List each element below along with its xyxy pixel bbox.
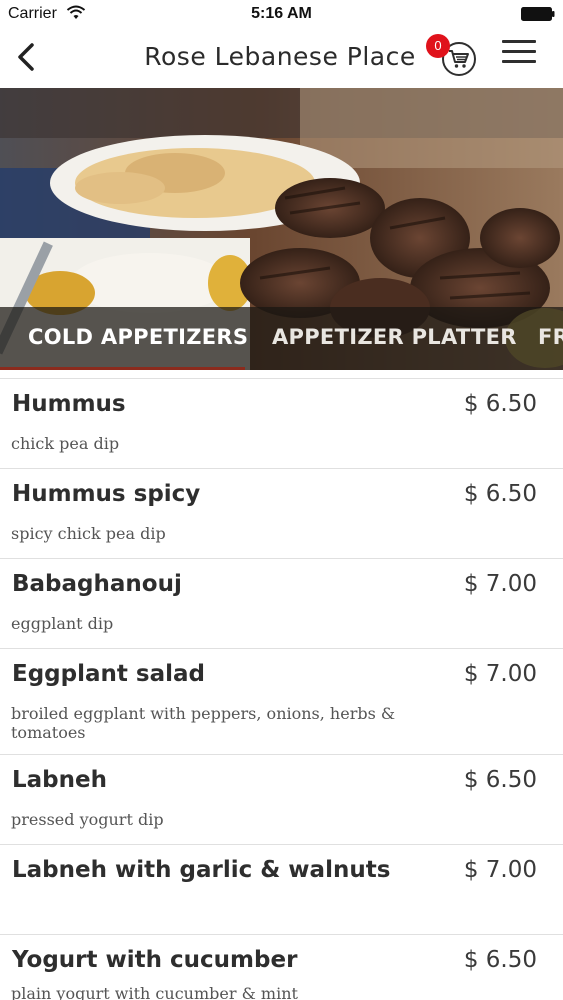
item-name: Hummus	[12, 391, 126, 417]
cart-count-badge: 0	[426, 34, 450, 58]
tab-appetizer-platter[interactable]: APPETIZER PLATTER	[272, 325, 517, 349]
item-price: $ 6.50	[463, 767, 537, 793]
tab-partial-next[interactable]: FR	[538, 325, 563, 349]
item-name: Hummus spicy	[12, 481, 201, 507]
item-description: broiled eggplant with peppers, onions, h…	[11, 704, 396, 742]
menu-item[interactable]: Yogurt with cucumber $ 6.50 plain yogurt…	[0, 934, 563, 1000]
item-description: spicy chick pea dip	[11, 524, 166, 543]
menu-list: Hummus $ 6.50 chick pea dip Hummus spicy…	[0, 378, 563, 1000]
menu-item[interactable]: Hummus $ 6.50 chick pea dip	[0, 378, 563, 468]
item-price: $ 6.50	[463, 947, 537, 973]
item-name: Eggplant salad	[12, 661, 205, 687]
item-name: Labneh	[12, 767, 107, 793]
item-name: Babaghanouj	[12, 571, 182, 597]
item-price: $ 6.50	[463, 481, 537, 507]
menu-item[interactable]: Labneh with garlic & walnuts $ 7.00	[0, 844, 563, 934]
item-price: $ 7.00	[463, 571, 537, 597]
item-description: plain yogurt with cucumber & mint	[11, 984, 298, 1000]
battery-icon	[521, 7, 555, 21]
item-name: Labneh with garlic & walnuts	[12, 857, 391, 883]
status-time: 5:16 AM	[251, 5, 312, 22]
menu-item[interactable]: Labneh $ 6.50 pressed yogurt dip	[0, 754, 563, 844]
item-description: pressed yogurt dip	[11, 810, 164, 829]
menu-item[interactable]: Hummus spicy $ 6.50 spicy chick pea dip	[0, 468, 563, 558]
chevron-left-icon	[18, 43, 34, 71]
status-bar: Carrier 5:16 AM	[0, 0, 563, 28]
menu-item[interactable]: Eggplant salad $ 7.00 broiled eggplant w…	[0, 648, 563, 754]
cart-button[interactable]: 0	[426, 34, 478, 76]
hamburger-menu-button[interactable]	[500, 38, 538, 68]
back-button[interactable]	[10, 40, 42, 74]
item-description: eggplant dip	[11, 614, 114, 633]
active-tab-indicator	[0, 367, 245, 370]
page-title: Rose Lebanese Place	[144, 42, 416, 71]
item-price: $ 6.50	[463, 391, 537, 417]
item-description: chick pea dip	[11, 434, 120, 453]
nav-bar: Rose Lebanese Place 0	[0, 28, 563, 88]
tab-cold-appetizers[interactable]: COLD APPETIZERS	[28, 325, 248, 349]
item-price: $ 7.00	[463, 661, 537, 687]
category-tabs: COLD APPETIZERS APPETIZER PLATTER FR	[0, 307, 563, 370]
item-name: Yogurt with cucumber	[12, 947, 298, 973]
item-price: $ 7.00	[463, 857, 537, 883]
menu-item[interactable]: Babaghanouj $ 7.00 eggplant dip	[0, 558, 563, 648]
